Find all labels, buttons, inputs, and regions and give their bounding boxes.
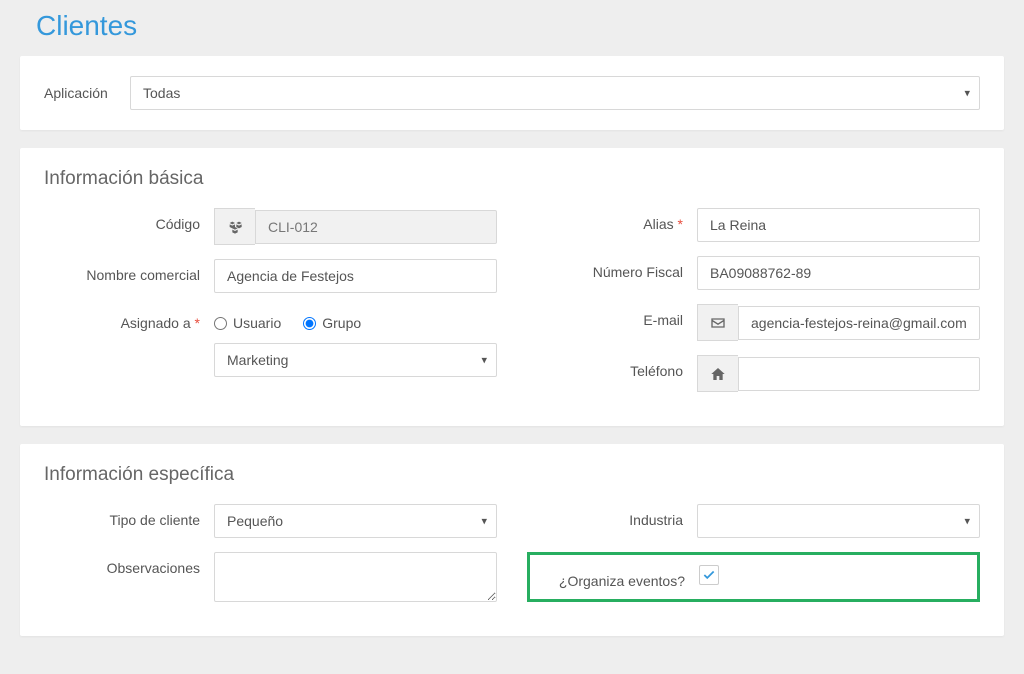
app-filter-select[interactable]: Todas	[130, 76, 980, 110]
numero-fiscal-label: Número Fiscal	[527, 256, 697, 280]
envelope-icon	[710, 315, 726, 331]
nombre-comercial-label: Nombre comercial	[44, 259, 214, 283]
organiza-eventos-label: ¿Organiza eventos?	[544, 565, 699, 589]
specific-info-panel: Información específica Tipo de cliente P…	[20, 444, 1004, 636]
page-title: Clientes	[36, 10, 1004, 42]
asignado-radio-usuario[interactable]: Usuario	[214, 315, 281, 331]
codigo-input	[255, 210, 497, 244]
email-icon	[697, 304, 738, 341]
basic-info-panel: Información básica Código Nombre comerci…	[20, 148, 1004, 426]
codigo-icon	[214, 208, 255, 245]
asignado-label: Asignado a *	[44, 307, 214, 331]
telefono-input[interactable]	[738, 357, 980, 391]
basic-info-title: Información básica	[44, 168, 980, 190]
codigo-label: Código	[44, 208, 214, 232]
nombre-comercial-input[interactable]	[214, 259, 497, 293]
app-filter-label: Aplicación	[44, 85, 114, 101]
observaciones-label: Observaciones	[44, 552, 214, 576]
email-label: E-mail	[527, 304, 697, 328]
alias-label: Alias *	[527, 208, 697, 232]
alias-input[interactable]	[697, 208, 980, 242]
asignado-group-select[interactable]: Marketing	[214, 343, 497, 377]
asignado-radio-grupo[interactable]: Grupo	[303, 315, 361, 331]
industria-label: Industria	[527, 504, 697, 528]
industria-select[interactable]	[697, 504, 980, 538]
home-icon	[710, 366, 726, 382]
app-filter-panel: Aplicación Todas	[20, 56, 1004, 130]
telefono-icon	[697, 355, 738, 392]
check-icon	[702, 568, 716, 582]
cubes-icon	[227, 219, 243, 235]
tipo-cliente-select[interactable]: Pequeño	[214, 504, 497, 538]
specific-info-title: Información específica	[44, 464, 980, 486]
organiza-eventos-checkbox[interactable]	[699, 565, 719, 585]
tipo-cliente-label: Tipo de cliente	[44, 504, 214, 528]
observaciones-textarea[interactable]	[214, 552, 497, 602]
numero-fiscal-input[interactable]	[697, 256, 980, 290]
telefono-label: Teléfono	[527, 355, 697, 379]
email-input[interactable]	[738, 306, 980, 340]
organiza-eventos-highlight: ¿Organiza eventos?	[527, 552, 980, 602]
